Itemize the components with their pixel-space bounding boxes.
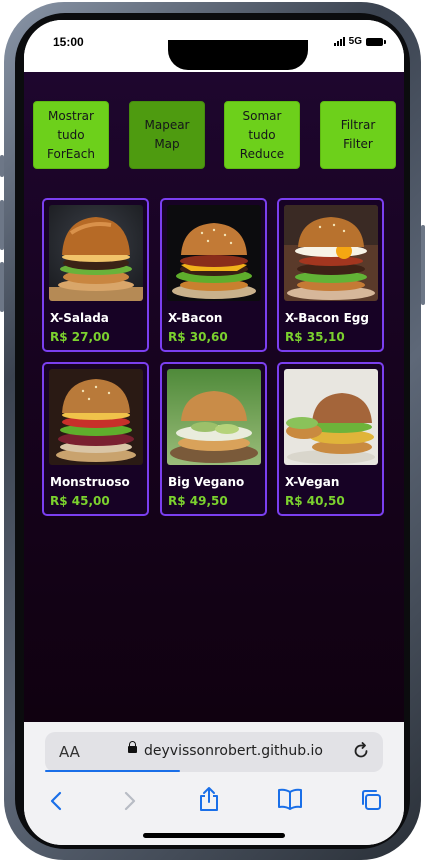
product-price: R$ 45,00 (50, 494, 110, 508)
browser-chrome: AA deyvissonrobert.github.io (24, 722, 404, 845)
product-price: R$ 49,50 (168, 494, 228, 508)
share-icon[interactable] (197, 786, 221, 816)
product-name: Monstruoso (50, 475, 130, 489)
bookmarks-icon[interactable] (277, 788, 303, 814)
burger-bacon-photo (167, 205, 261, 301)
battery-icon (366, 37, 386, 46)
product-card: X-Bacon R$ 30,60 (160, 198, 267, 352)
burger-vegan-photo (167, 369, 261, 465)
mute-switch (0, 155, 4, 177)
address-bar[interactable]: AA deyvissonrobert.github.io (45, 732, 383, 772)
product-price: R$ 35,10 (285, 330, 345, 344)
product-card: Big Vegano R$ 49,50 (160, 362, 267, 516)
product-name: X-Bacon Egg (285, 311, 369, 325)
product-card: X-Vegan R$ 40,50 (277, 362, 384, 516)
volume-up-button (0, 200, 4, 250)
lock-icon (128, 741, 137, 753)
burger-xvegan-photo (284, 369, 378, 465)
foreach-button[interactable]: Mostrar tudo ForEach (33, 101, 109, 169)
forward-icon[interactable] (120, 790, 140, 816)
product-card: X-Bacon Egg R$ 35,10 (277, 198, 384, 352)
tabs-icon[interactable] (359, 788, 383, 816)
product-card: Monstruoso R$ 45,00 (42, 362, 149, 516)
page-load-progress (45, 770, 180, 772)
product-name: X-Bacon (168, 311, 223, 325)
reload-icon[interactable] (352, 742, 370, 764)
status-time: 15:00 (53, 35, 84, 49)
action-buttons: Mostrar tudo ForEach Mapear Map Somar tu… (24, 101, 404, 171)
burger-bacon-egg-photo (284, 205, 378, 301)
power-button (421, 225, 425, 305)
signal-icon (333, 37, 345, 46)
filter-button[interactable]: Filtrar Filter (320, 101, 396, 169)
product-card: X-Salada R$ 27,00 (42, 198, 149, 352)
burger-monstruoso-photo (49, 369, 143, 465)
url-text[interactable]: deyvissonrobert.github.io (144, 743, 323, 759)
product-name: X-Vegan (285, 475, 340, 489)
home-indicator (143, 833, 285, 838)
status-indicators: 5G (333, 36, 386, 47)
screen: 15:00 5G Mostrar tudo ForEach Mapear Map… (24, 20, 404, 845)
product-name: X-Salada (50, 311, 109, 325)
burger-salad-photo (49, 205, 143, 301)
map-button[interactable]: Mapear Map (129, 101, 205, 169)
product-price: R$ 27,00 (50, 330, 110, 344)
back-icon[interactable] (46, 790, 66, 816)
network-type: 5G (348, 36, 362, 47)
camera-notch (168, 40, 308, 70)
product-price: R$ 30,60 (168, 330, 228, 344)
product-price: R$ 40,50 (285, 494, 345, 508)
reduce-button[interactable]: Somar tudo Reduce (224, 101, 300, 169)
volume-down-button (0, 262, 4, 312)
product-name: Big Vegano (168, 475, 245, 489)
app-content: Mostrar tudo ForEach Mapear Map Somar tu… (24, 72, 404, 722)
text-size-button[interactable]: AA (59, 743, 80, 761)
